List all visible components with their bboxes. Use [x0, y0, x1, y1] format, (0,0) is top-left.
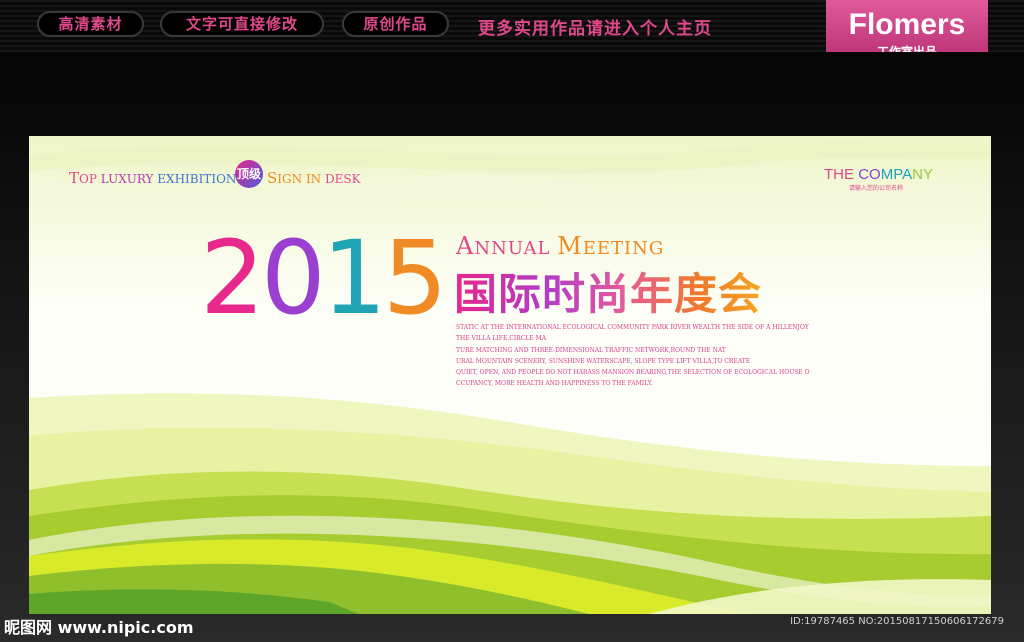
- description-line: CCUPANCY, MORE HEALTH AND HAPPINESS TO T…: [456, 380, 653, 388]
- year-digit-3: 1: [321, 219, 387, 338]
- tagline-word-1-cap: T: [69, 169, 80, 187]
- tagline-right: SIGN IN DESK: [267, 169, 361, 187]
- original-work-pill[interactable]: 原创作品: [342, 11, 449, 37]
- chinese-title: 国际时尚年度会: [454, 260, 762, 322]
- tagline-word-2: LUXURY: [100, 172, 154, 186]
- tagline-word-4-cap: S: [267, 169, 278, 187]
- year-digit-1: 2: [200, 219, 265, 338]
- tagline-word-4-rest: IGN: [277, 172, 303, 186]
- top-grade-badge: 顶级: [235, 160, 263, 188]
- meeting-rest: EETING: [582, 238, 665, 259]
- tagline-word-1-rest: OP: [79, 172, 97, 186]
- annual-cap: A: [456, 232, 475, 260]
- meeting-cap: M: [557, 232, 583, 260]
- homepage-link[interactable]: 更多实用作品请进入个人主页: [478, 14, 712, 39]
- description-paragraph: STATIC AT THE INTERNATIONAL ECOLOGICAL C…: [456, 322, 836, 390]
- year-digit-2: 0: [260, 219, 326, 338]
- site-watermark: 昵图网 www.nipic.com: [4, 618, 194, 637]
- description-line: URAL MOUNTAIN SCENERY, SUNSHINE WATERSCA…: [456, 357, 751, 365]
- year-number: 2015: [200, 219, 448, 338]
- company-name-text: THE COMPANY: [824, 166, 933, 183]
- annual-meeting-label: ANNUAL MEETING: [456, 232, 664, 260]
- poster-artwork: TOP LUXURY EXHIBITION 顶级 SIGN IN DESK TH…: [29, 136, 991, 614]
- hd-material-pill[interactable]: 高清素材: [37, 11, 144, 37]
- company-name: THE COMPANY: [824, 166, 933, 183]
- annual-rest: NNUAL: [474, 238, 551, 259]
- tagline: TOP LUXURY EXHIBITION: [69, 169, 236, 187]
- editable-text-pill[interactable]: 文字可直接修改: [160, 11, 324, 37]
- brand-name: Flomers: [848, 8, 966, 41]
- tagline-word-3: EXHIBITION: [157, 172, 237, 186]
- company-subtitle: 请输入您的公司名称: [849, 185, 904, 192]
- description-line: QUIET, OPEN, AND PEOPLE DO NOT HARASS MA…: [456, 369, 810, 377]
- tagline-word-5: IN: [305, 172, 322, 186]
- description-line: STATIC AT THE INTERNATIONAL ECOLOGICAL C…: [456, 324, 809, 331]
- image-id-watermark: ID:19787465 NO:20150817150606172679: [790, 616, 1004, 627]
- tagline-word-6: DESK: [325, 172, 361, 186]
- year-digit-4: 5: [382, 219, 448, 338]
- description-line: THE VILLA LIFE.CIRCLE MA: [456, 335, 547, 343]
- description-line: TURE MATCHING AND THREE-DIMENSIONAL TRAF…: [456, 346, 726, 354]
